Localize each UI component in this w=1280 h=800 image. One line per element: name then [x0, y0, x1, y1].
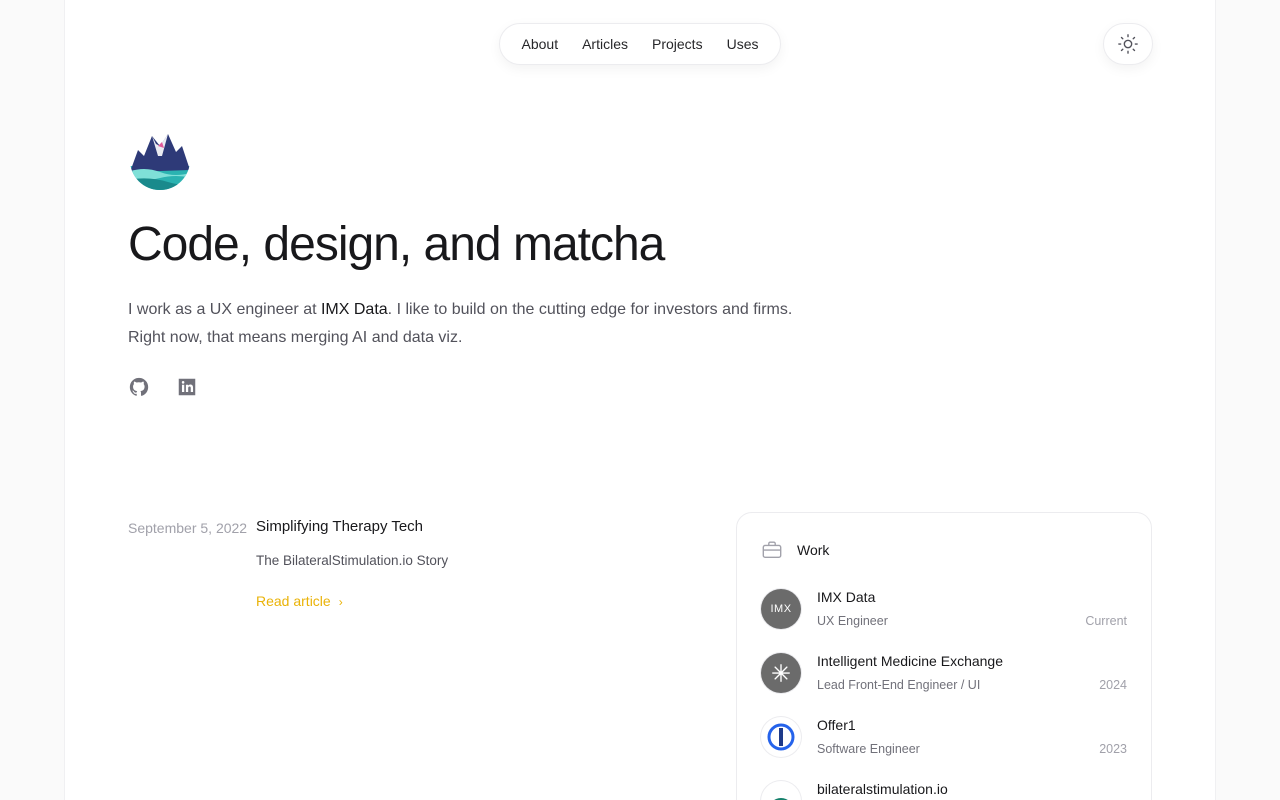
job-year: 2024 [1099, 678, 1127, 692]
intro-paragraph: I work as a UX engineer at IMX Data. I l… [128, 296, 808, 352]
job-role: Lead Front-End Engineer / UI [817, 678, 981, 692]
avatar-logo[interactable] [128, 126, 192, 190]
job-company: Offer1 [817, 717, 856, 733]
linkedin-icon [178, 378, 196, 396]
briefcase-icon [762, 541, 782, 559]
bilateral-logo-icon [774, 798, 788, 800]
work-title: Work [797, 542, 830, 558]
intro-company-link[interactable]: IMX Data [321, 301, 388, 318]
company-avatar [761, 781, 801, 800]
job-year: Current [1085, 614, 1127, 628]
social-links [128, 376, 198, 400]
read-article-label: Read article [256, 593, 331, 609]
imx-logo-icon: IMX [770, 603, 792, 615]
github-link[interactable] [128, 376, 150, 400]
top-nav: About Articles Projects Uses [499, 23, 781, 65]
nav-projects[interactable]: Projects [640, 24, 715, 64]
company-avatar [761, 717, 801, 757]
work-panel: Work IMX IMX Data UX Engineer Current In… [736, 512, 1152, 800]
company-avatar [761, 653, 801, 693]
chevron-right-icon: › [338, 595, 343, 609]
job-item[interactable]: Offer1 Software Engineer 2023 [761, 717, 1127, 761]
intro-text-start: I work as a UX engineer at [128, 301, 321, 318]
nav-uses[interactable]: Uses [715, 24, 771, 64]
nav-about[interactable]: About [510, 24, 571, 64]
offer1-logo-icon [767, 723, 795, 751]
mountain-logo-icon [130, 130, 190, 190]
job-company: IMX Data [817, 589, 876, 605]
job-company: Intelligent Medicine Exchange [817, 653, 1004, 669]
sun-icon [1118, 34, 1138, 54]
page-title: Code, design, and matcha [128, 218, 665, 271]
job-item[interactable]: bilateralstimulation.io [761, 781, 1127, 800]
article-subtitle: The BilateralStimulation.io Story [256, 553, 449, 568]
company-avatar: IMX [761, 589, 801, 629]
github-icon [129, 377, 149, 396]
job-item[interactable]: IMX IMX Data UX Engineer Current [761, 589, 1127, 633]
theme-toggle-button[interactable] [1103, 23, 1153, 65]
job-item[interactable]: Intelligent Medicine Exchange Lead Front… [761, 653, 1127, 697]
article-date: September 5, 2022 [128, 520, 248, 536]
starburst-logo-icon [772, 664, 790, 682]
nav-articles[interactable]: Articles [570, 24, 640, 64]
article-title[interactable]: Simplifying Therapy Tech [256, 518, 423, 535]
job-company: bilateralstimulation.io [817, 781, 948, 797]
job-role: Software Engineer [817, 742, 920, 756]
job-role: UX Engineer [817, 614, 888, 628]
work-header: Work [761, 539, 829, 561]
job-year: 2023 [1099, 742, 1127, 756]
linkedin-link[interactable] [176, 376, 198, 400]
read-article-link[interactable]: Read article › [256, 593, 343, 609]
